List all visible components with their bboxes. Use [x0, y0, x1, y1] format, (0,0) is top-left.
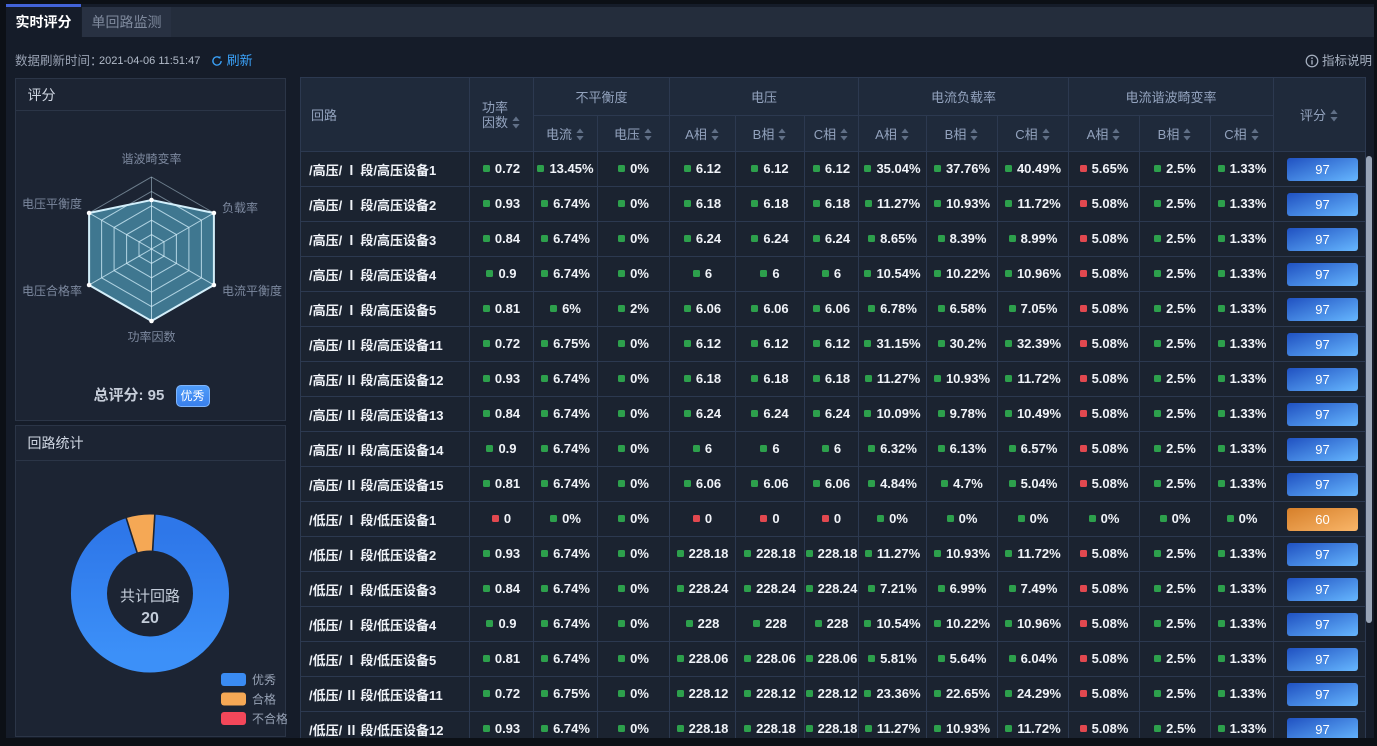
svg-text:电压平衡度: 电压平衡度 — [21, 196, 81, 211]
svg-text:不合格: 不合格 — [252, 711, 287, 726]
svg-text:优秀: 优秀 — [252, 673, 276, 687]
svg-text:功率因数: 功率因数 — [127, 329, 175, 344]
svg-text:合格: 合格 — [252, 692, 276, 707]
svg-text:共计回路: 共计回路 — [119, 588, 179, 605]
svg-text:负载率: 负载率 — [222, 200, 258, 215]
svg-text:电流平衡度: 电流平衡度 — [222, 283, 282, 298]
svg-text:电压合格率: 电压合格率 — [21, 283, 81, 298]
svg-text:谐波畸变率: 谐波畸变率 — [121, 151, 181, 166]
svg-text:20: 20 — [141, 610, 159, 627]
